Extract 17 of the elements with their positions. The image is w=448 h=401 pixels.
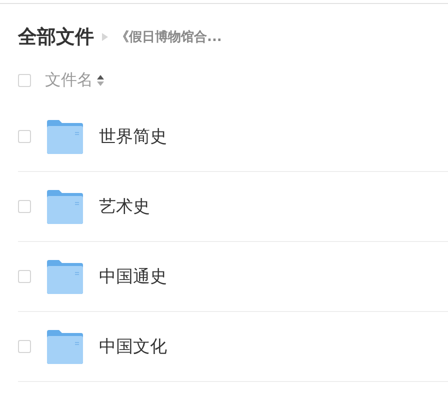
row-checkbox[interactable] [18,340,31,353]
folder-icon [47,330,83,364]
folder-icon [47,260,83,294]
row-checkbox[interactable] [18,200,31,213]
row-checkbox[interactable] [18,130,31,143]
sort-icon[interactable] [97,74,104,86]
folder-name[interactable]: 中国文化 [99,335,167,358]
folder-name[interactable]: 艺术史 [99,195,150,218]
breadcrumb-current[interactable]: 《假日博物馆合... [116,28,222,46]
chevron-icon [102,33,108,41]
folder-icon [47,120,83,154]
folder-name[interactable]: 中国通史 [99,265,167,288]
folder-name[interactable]: 世界简史 [99,125,167,148]
select-all-checkbox[interactable] [18,74,31,86]
breadcrumb-root[interactable]: 全部文件 [18,24,94,50]
folder-icon [47,190,83,224]
row-checkbox[interactable] [18,270,31,283]
